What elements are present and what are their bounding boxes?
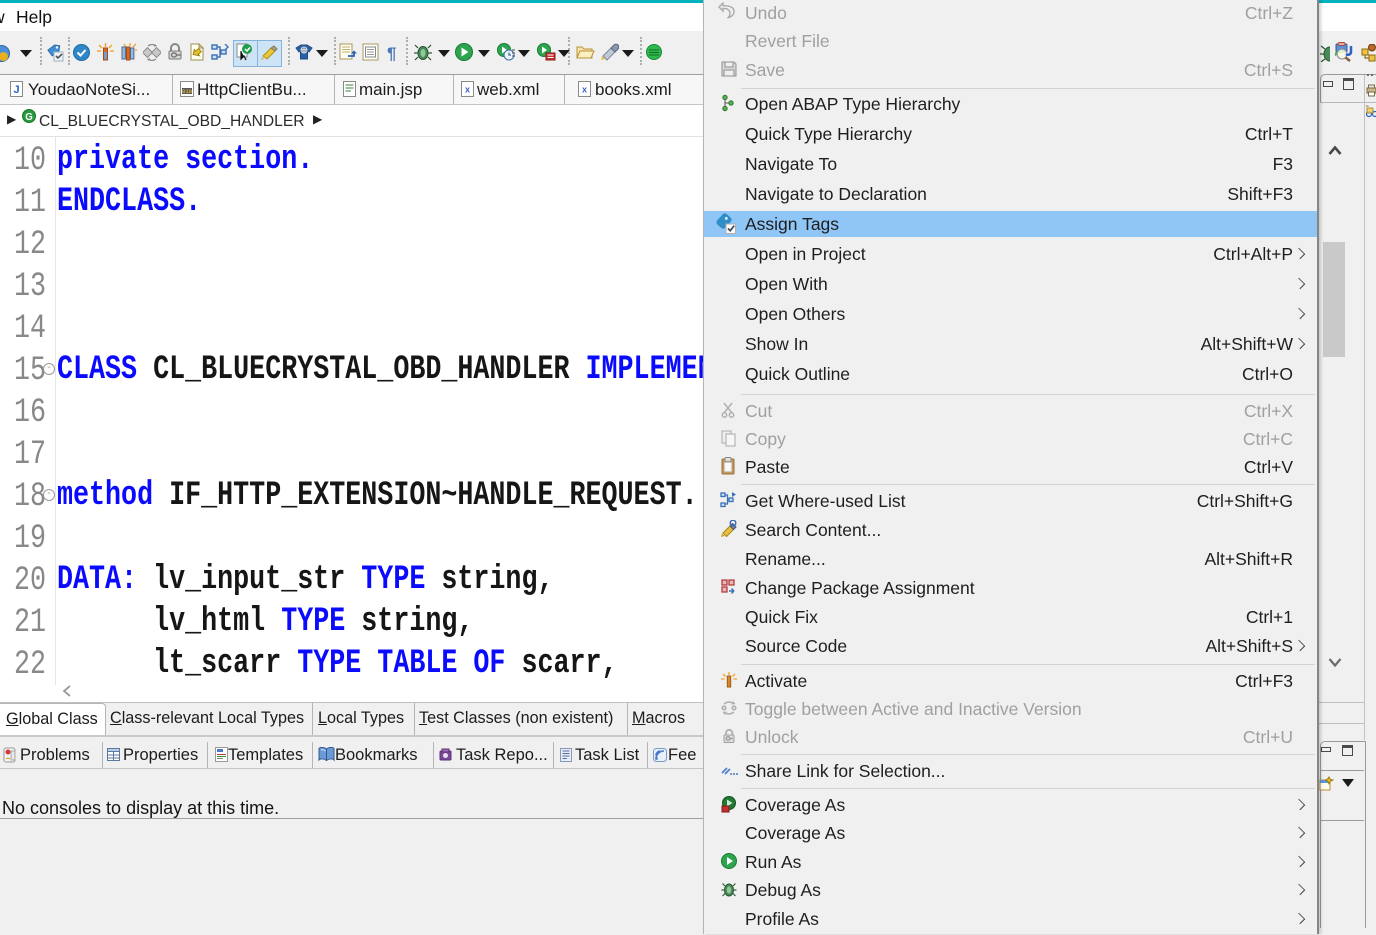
svg-text:010: 010: [182, 88, 192, 95]
svg-text:x: x: [582, 85, 587, 95]
svg-text:x: x: [465, 85, 470, 95]
svg-text:J: J: [13, 84, 19, 96]
svg-text:G: G: [25, 112, 33, 123]
